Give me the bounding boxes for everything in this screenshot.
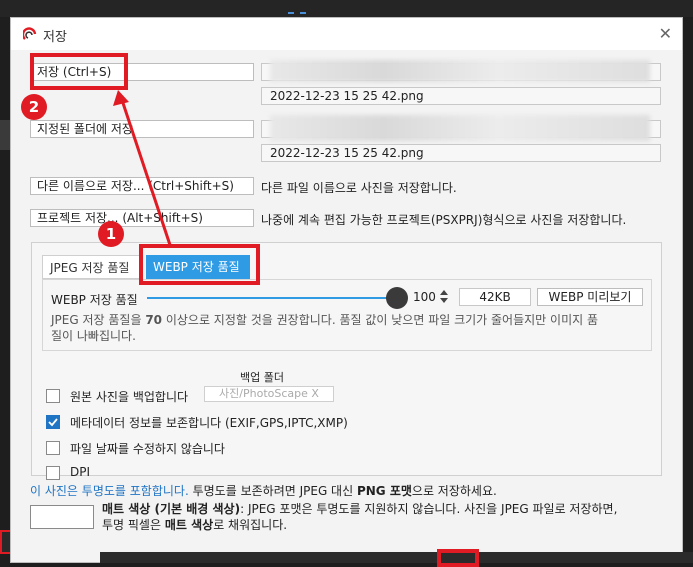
- annotation-badge-2: 2: [21, 94, 47, 120]
- annotation-arrow: [113, 90, 172, 246]
- annotation-badge-1: 1: [98, 221, 124, 247]
